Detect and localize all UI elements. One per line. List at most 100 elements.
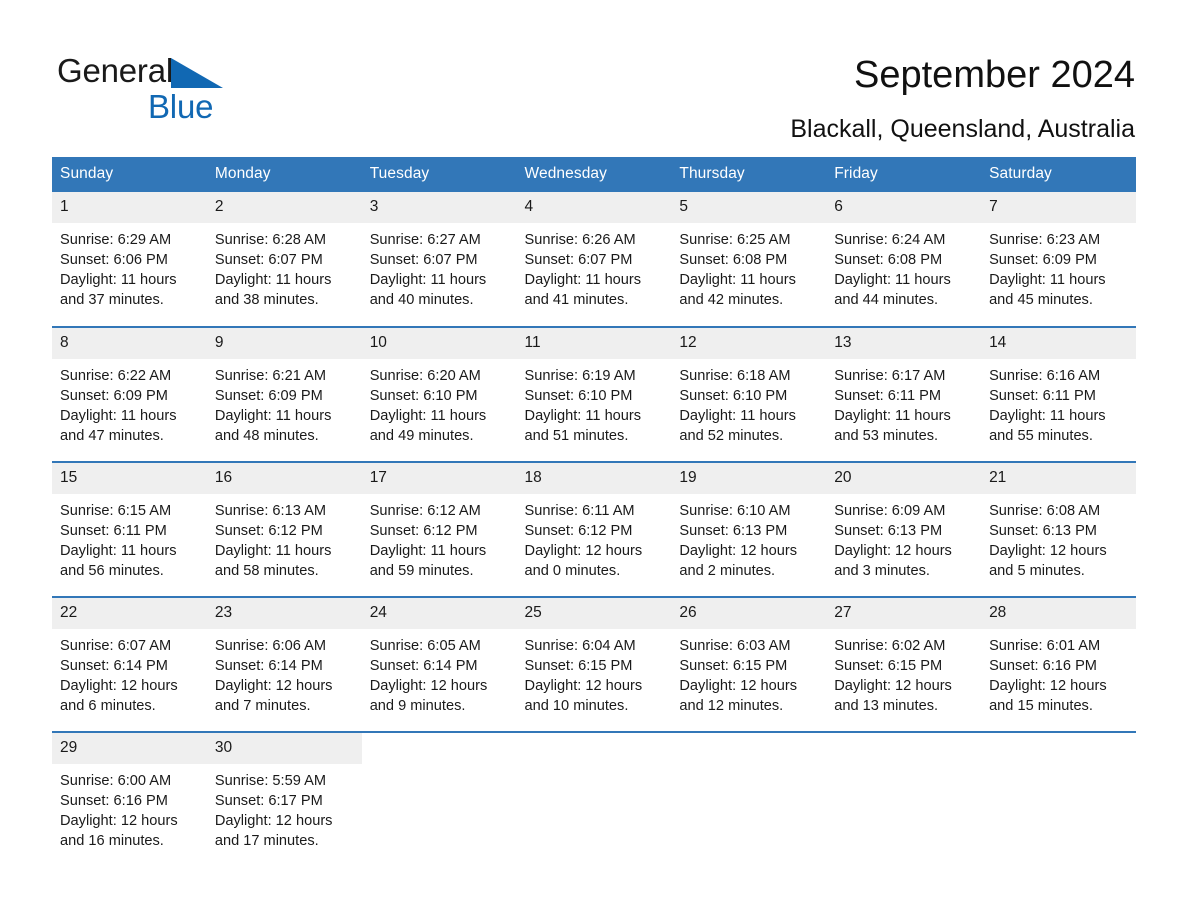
calendar-day-cell[interactable]: 21 Sunrise: 6:08 AM Sunset: 6:13 PM Dayligh… bbox=[981, 461, 1136, 597]
daylight-text: Daylight: 11 hours and 51 minutes. bbox=[524, 408, 642, 445]
calendar-day-cell[interactable]: 27 Sunrise: 6:02 AM Sunset: 6:15 PM Dayligh… bbox=[826, 596, 982, 732]
calendar-day-cell[interactable]: 14 Sunrise: 6:16 AM Sunset: 6:11 PM Dayligh… bbox=[981, 326, 1136, 462]
calendar-day-cell[interactable]: 26 Sunrise: 6:03 AM Sunset: 6:15 PM Dayligh… bbox=[671, 596, 827, 732]
day-sun-info: Sunrise: 6:21 AM Sunset: 6:09 PM Daylight:… bbox=[207, 359, 362, 446]
calendar-day-cell[interactable]: 2 Sunrise: 6:28 AM Sunset: 6:07 PM Daylight… bbox=[206, 192, 362, 327]
calendar-day-cell[interactable]: 30 Sunrise: 5:59 AM Sunset: 6:17 PM Dayligh… bbox=[206, 731, 362, 867]
daylight-text: Daylight: 12 hours and 6 minutes. bbox=[60, 678, 178, 715]
page-header: General Blue September 2024 Blackall, Qu… bbox=[0, 0, 1188, 150]
sunset-text: Sunset: 6:11 PM bbox=[989, 388, 1096, 405]
calendar-day-cell[interactable]: 20 Sunrise: 6:09 AM Sunset: 6:13 PM Dayligh… bbox=[826, 461, 982, 597]
day-sun-info: Sunrise: 6:25 AM Sunset: 6:08 PM Daylight:… bbox=[671, 223, 826, 310]
calendar-day-cell[interactable]: 18 Sunrise: 6:11 AM Sunset: 6:12 PM Dayligh… bbox=[516, 461, 672, 597]
calendar-week-row: 22 Sunrise: 6:07 AM Sunset: 6:14 PM Dayligh… bbox=[52, 596, 1136, 732]
calendar-day-cell[interactable]: 3 Sunrise: 6:27 AM Sunset: 6:07 PM Daylight… bbox=[361, 192, 517, 327]
weekday-header-friday: Friday bbox=[826, 157, 982, 192]
calendar-day-cell[interactable]: 19 Sunrise: 6:10 AM Sunset: 6:13 PM Dayligh… bbox=[671, 461, 827, 597]
sunset-text: Sunset: 6:15 PM bbox=[834, 658, 943, 675]
day-cell-content: 27 Sunrise: 6:02 AM Sunset: 6:15 PM Dayligh… bbox=[826, 598, 982, 731]
calendar-day-cell-empty bbox=[361, 731, 517, 867]
weekday-header-tuesday: Tuesday bbox=[361, 157, 517, 192]
day-sun-info: Sunrise: 6:12 AM Sunset: 6:12 PM Daylight:… bbox=[362, 494, 517, 581]
daylight-text: Daylight: 11 hours and 44 minutes. bbox=[834, 272, 951, 309]
day-sun-info: Sunrise: 6:13 AM Sunset: 6:12 PM Daylight:… bbox=[207, 494, 362, 581]
calendar-day-cell[interactable]: 13 Sunrise: 6:17 AM Sunset: 6:11 PM Dayligh… bbox=[826, 326, 982, 462]
day-cell-content: 7 Sunrise: 6:23 AM Sunset: 6:09 PM Daylight… bbox=[981, 192, 1136, 325]
sunrise-text: Sunrise: 6:20 AM bbox=[369, 368, 481, 384]
sunset-text: Sunset: 6:11 PM bbox=[834, 388, 942, 405]
general-blue-logo[interactable]: General Blue bbox=[57, 52, 317, 124]
day-cell-content: 10 Sunrise: 6:20 AM Sunset: 6:10 PM Dayligh… bbox=[361, 328, 517, 461]
day-cell-content: 9 Sunrise: 6:21 AM Sunset: 6:09 PM Daylight… bbox=[206, 328, 362, 461]
daylight-text: Daylight: 12 hours and 12 minutes. bbox=[679, 678, 798, 715]
day-number: 15 bbox=[52, 463, 207, 494]
sunrise-text: Sunrise: 6:29 AM bbox=[60, 232, 172, 248]
sunset-text: Sunset: 6:10 PM bbox=[679, 388, 788, 405]
day-sun-info: Sunrise: 6:24 AM Sunset: 6:08 PM Daylight:… bbox=[826, 223, 981, 310]
day-number: 13 bbox=[826, 328, 982, 359]
calendar-day-cell[interactable]: 11 Sunrise: 6:19 AM Sunset: 6:10 PM Dayligh… bbox=[516, 326, 672, 462]
weekday-header-monday: Monday bbox=[206, 157, 362, 192]
day-number: 21 bbox=[981, 463, 1136, 494]
page-title: September 2024 bbox=[854, 54, 1135, 96]
day-sun-info: Sunrise: 6:16 AM Sunset: 6:11 PM Daylight:… bbox=[981, 359, 1136, 446]
day-sun-info: Sunrise: 6:03 AM Sunset: 6:15 PM Daylight:… bbox=[671, 629, 826, 716]
calendar-day-cell[interactable]: 24 Sunrise: 6:05 AM Sunset: 6:14 PM Dayligh… bbox=[361, 596, 517, 732]
sunset-text: Sunset: 6:12 PM bbox=[369, 523, 478, 540]
calendar-day-cell[interactable]: 25 Sunrise: 6:04 AM Sunset: 6:15 PM Dayligh… bbox=[516, 596, 672, 732]
calendar-day-cell[interactable]: 28 Sunrise: 6:01 AM Sunset: 6:16 PM Dayligh… bbox=[981, 596, 1136, 732]
calendar-day-cell[interactable]: 29 Sunrise: 6:00 AM Sunset: 6:16 PM Dayligh… bbox=[52, 731, 207, 867]
sunrise-text: Sunrise: 6:06 AM bbox=[214, 638, 326, 654]
day-number: 30 bbox=[206, 733, 362, 764]
calendar-day-cell[interactable]: 7 Sunrise: 6:23 AM Sunset: 6:09 PM Daylight… bbox=[981, 192, 1136, 327]
sunset-text: Sunset: 6:07 PM bbox=[214, 252, 323, 269]
sunset-text: Sunset: 6:09 PM bbox=[60, 388, 168, 405]
calendar-day-cell[interactable]: 6 Sunrise: 6:24 AM Sunset: 6:08 PM Daylight… bbox=[826, 192, 982, 327]
calendar-day-cell[interactable]: 23 Sunrise: 6:06 AM Sunset: 6:14 PM Dayligh… bbox=[206, 596, 362, 732]
sunset-text: Sunset: 6:16 PM bbox=[60, 793, 168, 810]
day-sun-info: Sunrise: 6:19 AM Sunset: 6:10 PM Daylight:… bbox=[517, 359, 672, 446]
day-number: 25 bbox=[516, 598, 672, 629]
day-sun-info: Sunrise: 5:59 AM Sunset: 6:17 PM Daylight:… bbox=[207, 764, 362, 851]
daylight-text: Daylight: 12 hours and 5 minutes. bbox=[989, 543, 1107, 580]
day-number: 2 bbox=[206, 192, 362, 223]
day-sun-info: Sunrise: 6:02 AM Sunset: 6:15 PM Daylight:… bbox=[826, 629, 981, 716]
day-number: 12 bbox=[671, 328, 827, 359]
logo-text-blue: Blue bbox=[148, 88, 214, 125]
day-number: 9 bbox=[206, 328, 362, 359]
calendar-day-cell[interactable]: 16 Sunrise: 6:13 AM Sunset: 6:12 PM Dayligh… bbox=[206, 461, 362, 597]
sunset-text: Sunset: 6:06 PM bbox=[60, 252, 168, 269]
calendar-day-cell[interactable]: 15 Sunrise: 6:15 AM Sunset: 6:11 PM Dayligh… bbox=[52, 461, 207, 597]
day-number: 29 bbox=[52, 733, 207, 764]
sunrise-text: Sunrise: 6:03 AM bbox=[679, 638, 791, 654]
calendar-day-cell[interactable]: 4 Sunrise: 6:26 AM Sunset: 6:07 PM Daylight… bbox=[516, 192, 672, 327]
calendar-day-cell[interactable]: 12 Sunrise: 6:18 AM Sunset: 6:10 PM Dayligh… bbox=[671, 326, 827, 462]
day-sun-info: Sunrise: 6:15 AM Sunset: 6:11 PM Daylight:… bbox=[52, 494, 207, 581]
sunrise-text: Sunrise: 6:07 AM bbox=[60, 638, 172, 654]
calendar-day-cell[interactable]: 8 Sunrise: 6:22 AM Sunset: 6:09 PM Daylight… bbox=[52, 326, 207, 462]
calendar-grid: Sunday Monday Tuesday Wednesday Thursday… bbox=[52, 157, 1136, 867]
calendar-day-cell[interactable]: 1 Sunrise: 6:29 AM Sunset: 6:06 PM Daylight… bbox=[52, 192, 207, 327]
calendar-day-cell-empty bbox=[826, 731, 982, 867]
day-cell-content: 15 Sunrise: 6:15 AM Sunset: 6:11 PM Dayligh… bbox=[52, 463, 207, 596]
day-sun-info: Sunrise: 6:29 AM Sunset: 6:06 PM Daylight:… bbox=[52, 223, 207, 310]
calendar-day-cell[interactable]: 17 Sunrise: 6:12 AM Sunset: 6:12 PM Dayligh… bbox=[361, 461, 517, 597]
day-number: 23 bbox=[206, 598, 362, 629]
calendar-day-cell[interactable]: 9 Sunrise: 6:21 AM Sunset: 6:09 PM Daylight… bbox=[206, 326, 362, 462]
daylight-text: Daylight: 11 hours and 41 minutes. bbox=[524, 272, 642, 309]
day-number: 7 bbox=[981, 192, 1136, 223]
day-cell-content: 25 Sunrise: 6:04 AM Sunset: 6:15 PM Dayligh… bbox=[516, 598, 672, 731]
sunrise-text: Sunrise: 6:22 AM bbox=[60, 368, 172, 384]
calendar-day-cell[interactable]: 5 Sunrise: 6:25 AM Sunset: 6:08 PM Daylight… bbox=[671, 192, 827, 327]
daylight-text: Daylight: 11 hours and 48 minutes. bbox=[214, 408, 332, 445]
sunrise-text: Sunrise: 6:28 AM bbox=[214, 232, 326, 248]
weekday-header-sunday: Sunday bbox=[52, 157, 207, 192]
calendar-day-cell[interactable]: 10 Sunrise: 6:20 AM Sunset: 6:10 PM Dayligh… bbox=[361, 326, 517, 462]
daylight-text: Daylight: 12 hours and 3 minutes. bbox=[834, 543, 952, 580]
sunset-text: Sunset: 6:08 PM bbox=[679, 252, 788, 269]
day-cell-content: 11 Sunrise: 6:19 AM Sunset: 6:10 PM Dayligh… bbox=[516, 328, 672, 461]
calendar-day-cell[interactable]: 22 Sunrise: 6:07 AM Sunset: 6:14 PM Dayligh… bbox=[52, 596, 207, 732]
sunrise-text: Sunrise: 6:12 AM bbox=[369, 503, 481, 519]
sunrise-text: Sunrise: 6:21 AM bbox=[214, 368, 326, 384]
daylight-text: Daylight: 11 hours and 49 minutes. bbox=[369, 408, 487, 445]
